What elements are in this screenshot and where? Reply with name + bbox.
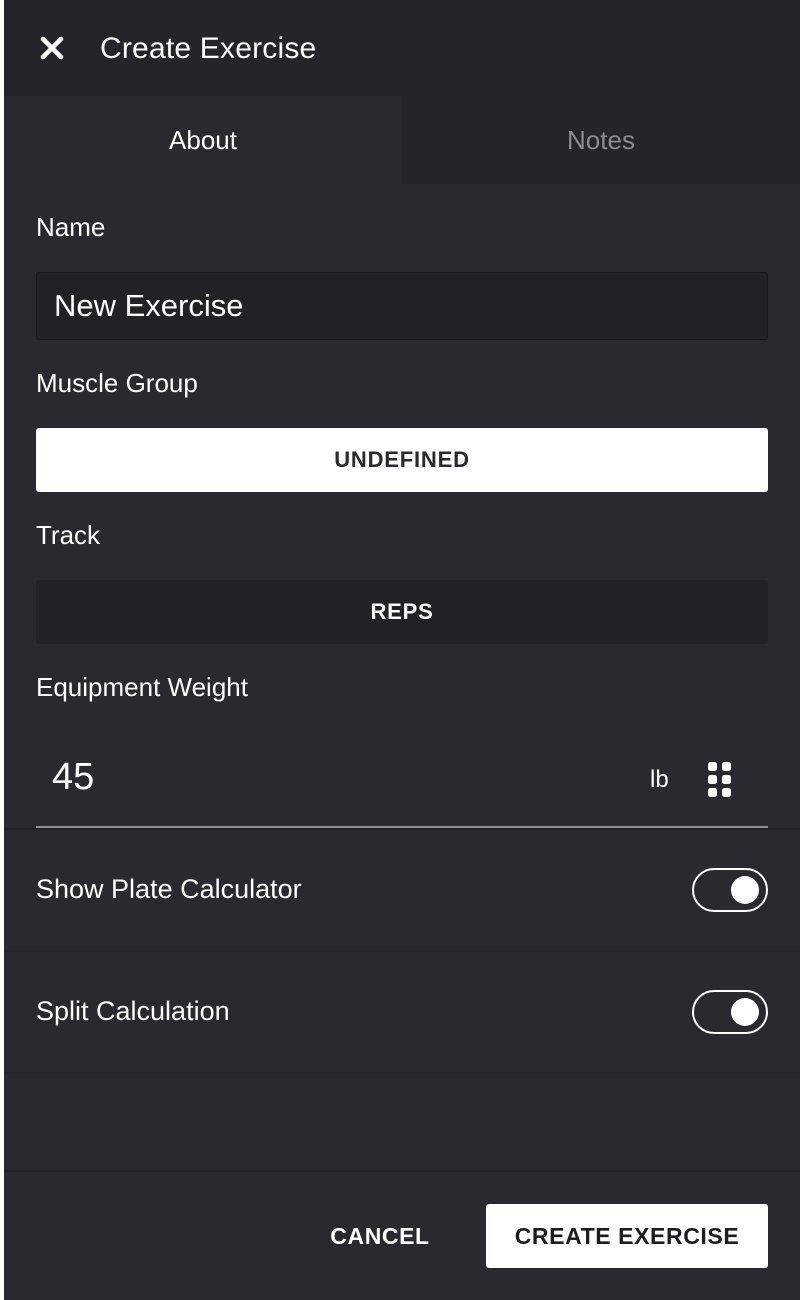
tab-bar: About Notes — [4, 96, 800, 184]
divider — [4, 1072, 800, 1074]
divider — [4, 950, 800, 952]
dialog-title: Create Exercise — [100, 32, 317, 65]
muscle-group-select[interactable]: UNDEFINED — [36, 428, 768, 492]
track-select[interactable]: REPS — [36, 580, 768, 644]
weight-unit-label: lb — [650, 766, 669, 793]
tab-notes[interactable]: Notes — [402, 96, 800, 184]
keypad-icon[interactable] — [704, 760, 734, 800]
track-label: Track — [36, 520, 101, 550]
tab-about[interactable]: About — [4, 96, 402, 184]
name-label: Name — [36, 212, 106, 242]
create-exercise-button[interactable]: CREATE EXERCISE — [486, 1204, 768, 1268]
dialog-header: Create Exercise — [4, 0, 800, 96]
toggle-knob — [731, 998, 759, 1026]
footer-divider — [4, 1170, 800, 1172]
toggle-knob — [731, 876, 759, 904]
divider — [4, 828, 800, 830]
show-plate-calculator-toggle[interactable] — [692, 868, 768, 912]
create-exercise-dialog: Create Exercise About Notes Name Muscle … — [4, 0, 800, 1300]
equipment-weight-label: Equipment Weight — [36, 672, 248, 702]
cancel-button[interactable]: CANCEL — [316, 1204, 444, 1268]
split-calculation-label: Split Calculation — [36, 996, 230, 1026]
equipment-weight-input[interactable]: 45 — [52, 756, 94, 799]
muscle-group-label: Muscle Group — [36, 368, 198, 398]
close-icon[interactable] — [34, 30, 70, 66]
split-calculation-toggle[interactable] — [692, 990, 768, 1034]
name-input[interactable] — [36, 272, 768, 340]
show-plate-calculator-label: Show Plate Calculator — [36, 874, 302, 904]
